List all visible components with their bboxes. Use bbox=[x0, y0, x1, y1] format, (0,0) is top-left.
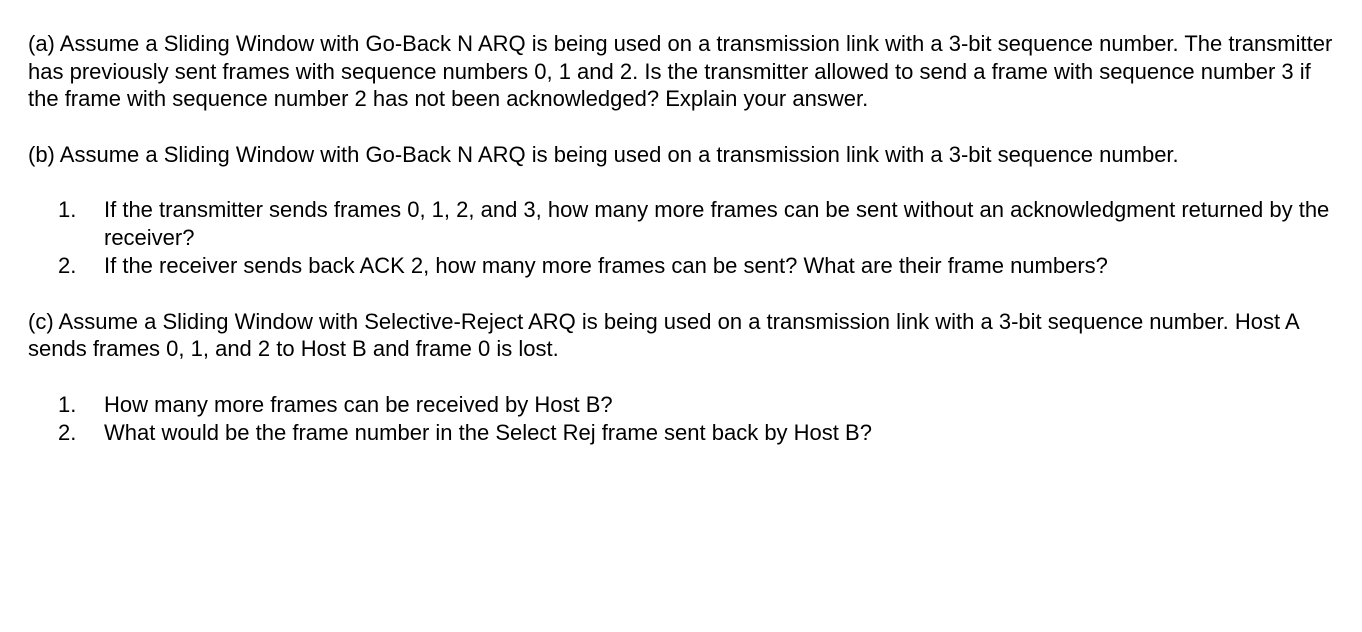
list-item-text: What would be the frame number in the Se… bbox=[104, 420, 872, 445]
question-b-intro: (b) Assume a Sliding Window with Go-Back… bbox=[28, 141, 1334, 169]
list-item: 1. How many more frames can be received … bbox=[104, 391, 1334, 419]
list-number: 2. bbox=[58, 419, 76, 447]
question-a-text: (a) Assume a Sliding Window with Go-Back… bbox=[28, 31, 1332, 111]
list-item-text: If the receiver sends back ACK 2, how ma… bbox=[104, 253, 1108, 278]
list-number: 2. bbox=[58, 252, 76, 280]
question-c-intro: (c) Assume a Sliding Window with Selecti… bbox=[28, 308, 1334, 363]
question-c-intro-text: (c) Assume a Sliding Window with Selecti… bbox=[28, 309, 1299, 362]
question-b-list: 1. If the transmitter sends frames 0, 1,… bbox=[28, 196, 1334, 280]
list-number: 1. bbox=[58, 391, 76, 419]
list-item: 2. What would be the frame number in the… bbox=[104, 419, 1334, 447]
list-number: 1. bbox=[58, 196, 76, 224]
list-item: 1. If the transmitter sends frames 0, 1,… bbox=[104, 196, 1334, 251]
list-item: 2. If the receiver sends back ACK 2, how… bbox=[104, 252, 1334, 280]
list-item-text: If the transmitter sends frames 0, 1, 2,… bbox=[104, 197, 1329, 250]
list-item-text: How many more frames can be received by … bbox=[104, 392, 613, 417]
question-b-intro-text: (b) Assume a Sliding Window with Go-Back… bbox=[28, 142, 1179, 167]
question-a: (a) Assume a Sliding Window with Go-Back… bbox=[28, 30, 1334, 113]
question-c-list: 1. How many more frames can be received … bbox=[28, 391, 1334, 447]
